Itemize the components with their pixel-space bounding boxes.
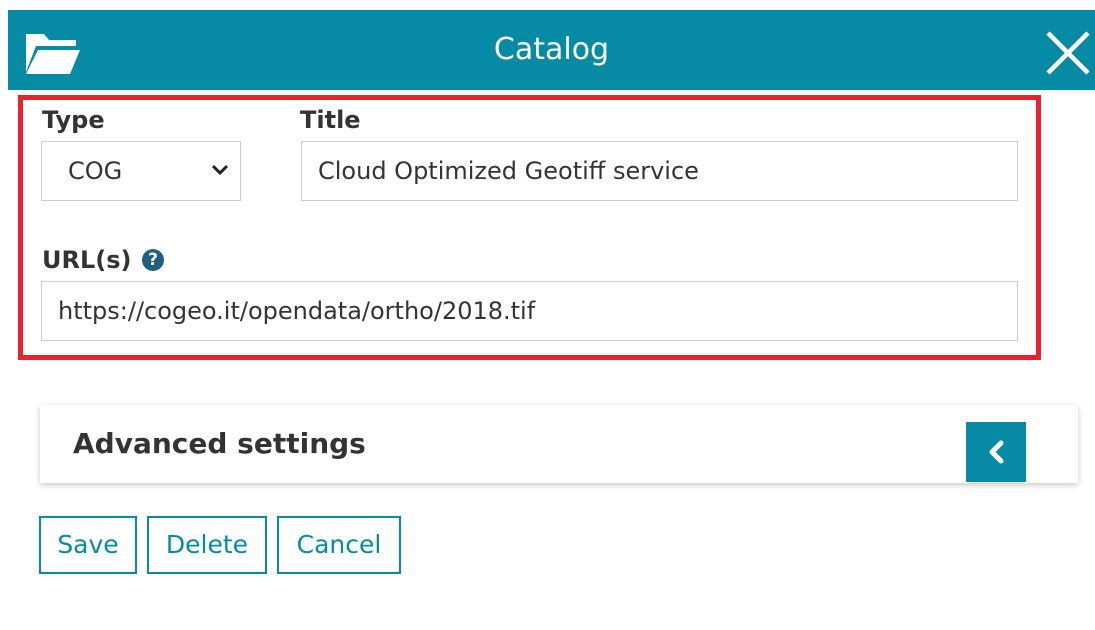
advanced-settings-toggle[interactable]	[966, 422, 1026, 482]
advanced-settings-panel: Advanced settings	[40, 405, 1078, 483]
chevron-down-icon	[211, 164, 229, 176]
header-title: Catalog	[493, 32, 610, 67]
question-circle-icon[interactable]: ?	[142, 249, 164, 271]
close-icon[interactable]	[1045, 30, 1091, 76]
type-label: Type	[42, 106, 105, 134]
type-select[interactable]: COG	[41, 141, 241, 201]
url-input[interactable]: https://cogeo.it/opendata/ortho/2018.tif	[41, 281, 1018, 341]
title-input[interactable]: Cloud Optimized Geotiff service	[301, 141, 1018, 201]
title-label: Title	[300, 106, 361, 134]
type-select-value: COG	[68, 157, 123, 185]
chevron-left-icon	[989, 440, 1004, 464]
url-label: URL(s)	[42, 246, 132, 274]
delete-button[interactable]: Delete	[147, 516, 267, 574]
save-button[interactable]: Save	[39, 516, 137, 574]
advanced-settings-title: Advanced settings	[73, 427, 366, 460]
cancel-button[interactable]: Cancel	[277, 516, 401, 574]
catalog-header: Catalog	[8, 10, 1095, 90]
